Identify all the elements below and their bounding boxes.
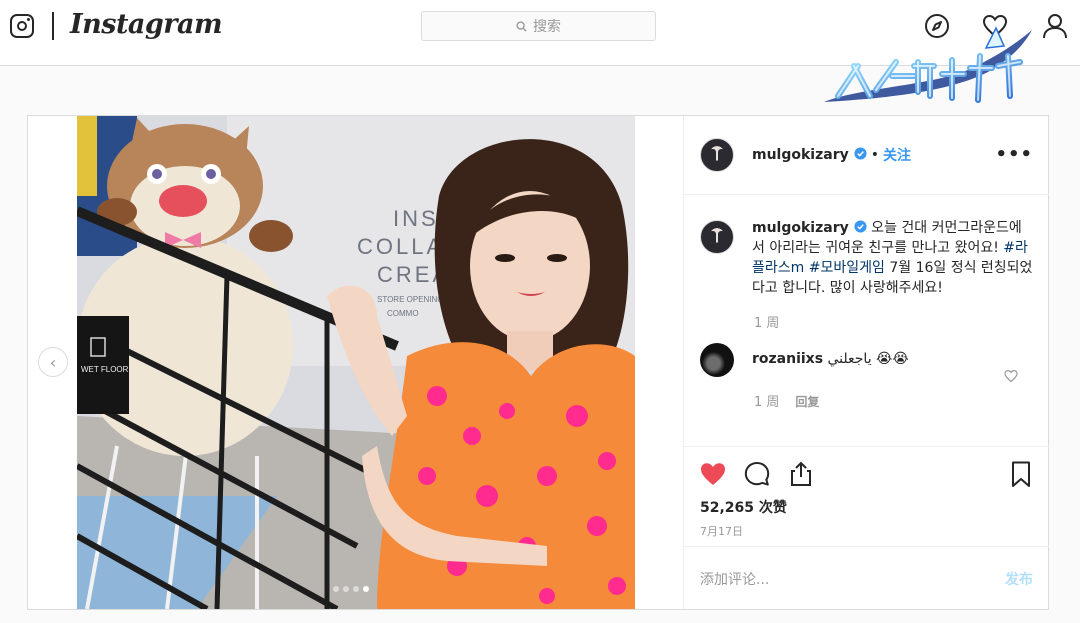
caption-text: mulgokizary 오늘 건대 커먼그라운드에서 아리라는 귀여운 친구를 …	[752, 218, 1033, 298]
verified-badge-icon	[854, 147, 867, 160]
follow-button[interactable]: 关注	[883, 145, 911, 165]
reply-button[interactable]: 回复	[795, 395, 819, 409]
carousel-dot	[363, 586, 369, 592]
caption-username[interactable]: mulgokizary	[752, 220, 849, 236]
search-input[interactable]: 搜索	[421, 11, 656, 41]
comments-section: mulgokizary 오늘 건대 커먼그라운드에서 아리라는 귀여운 친구를 …	[684, 196, 1049, 446]
comment-time: 1 周	[754, 395, 780, 410]
carousel-dot	[353, 586, 359, 592]
chevron-left-icon: ‹	[49, 352, 57, 372]
comment-row: rozaniixs ياجعلني 😭😭	[700, 343, 1033, 377]
post-header: mulgokizary • 关注 •••	[684, 116, 1049, 195]
svg-text:STORE OPENING: STORE OPENING	[377, 295, 444, 304]
comment-icon[interactable]	[742, 459, 772, 489]
carousel-dot	[343, 586, 349, 592]
avatar[interactable]	[700, 220, 734, 254]
caption-row: mulgokizary 오늘 건대 커먼그라운드에서 아리라는 귀여운 친구를 …	[700, 218, 1033, 298]
add-comment-bar: 添加评论... 发布	[684, 546, 1049, 610]
caption-time: 1 周	[754, 316, 780, 331]
comment-body: ياجعلني 😭😭	[827, 351, 909, 367]
comment-username[interactable]: rozaniixs	[752, 351, 823, 367]
post-author-username[interactable]: mulgokizary	[752, 147, 867, 163]
carousel-dot	[333, 586, 339, 592]
post-date[interactable]: 7月17日	[700, 523, 743, 539]
bookmark-icon[interactable]	[1006, 459, 1036, 489]
hashtag-link[interactable]: #모바일게임	[809, 260, 885, 276]
post-card: INSPI COLLABO CREA STORE OPENING COMMO W…	[27, 115, 1049, 610]
search-placeholder: 搜索	[533, 19, 561, 35]
comment-like-icon[interactable]	[1004, 369, 1018, 383]
avatar[interactable]	[700, 138, 734, 172]
more-options-icon[interactable]: •••	[995, 144, 1033, 165]
instagram-wordmark[interactable]: Instagram	[70, 9, 223, 40]
share-icon[interactable]	[786, 459, 816, 489]
post-photo: INSPI COLLABO CREA STORE OPENING COMMO W…	[77, 116, 635, 609]
separator-dot: •	[870, 147, 879, 163]
post-media[interactable]: INSPI COLLABO CREA STORE OPENING COMMO W…	[28, 116, 683, 609]
like-heart-icon[interactable]	[698, 459, 728, 489]
likes-count[interactable]: 52,265 次赞	[700, 497, 787, 517]
search-icon	[516, 20, 527, 32]
svg-text:WET FLOOR: WET FLOOR	[81, 365, 129, 374]
comment-text: rozaniixs ياجعلني 😭😭	[752, 349, 909, 369]
nav-divider	[52, 12, 54, 40]
post-sidebar: mulgokizary • 关注 ••• mulgokizary 오늘 건대 커…	[683, 116, 1049, 609]
post-actions: 52,265 次赞 7月17日 添加评论... 发布	[684, 446, 1049, 609]
profile-icon[interactable]	[1041, 12, 1069, 40]
instagram-glyph-icon[interactable]	[10, 14, 34, 38]
comment-meta: 1 周 回复	[754, 391, 1033, 410]
comment-input[interactable]: 添加评论...	[700, 569, 1005, 589]
verified-badge-icon	[854, 220, 867, 233]
carousel-indicator	[333, 586, 369, 592]
svg-text:COMMO: COMMO	[387, 309, 419, 318]
watermark-logo	[818, 26, 1044, 112]
publish-button[interactable]: 发布	[1005, 569, 1033, 589]
avatar[interactable]	[700, 343, 734, 377]
carousel-prev-button[interactable]: ‹	[38, 347, 68, 377]
